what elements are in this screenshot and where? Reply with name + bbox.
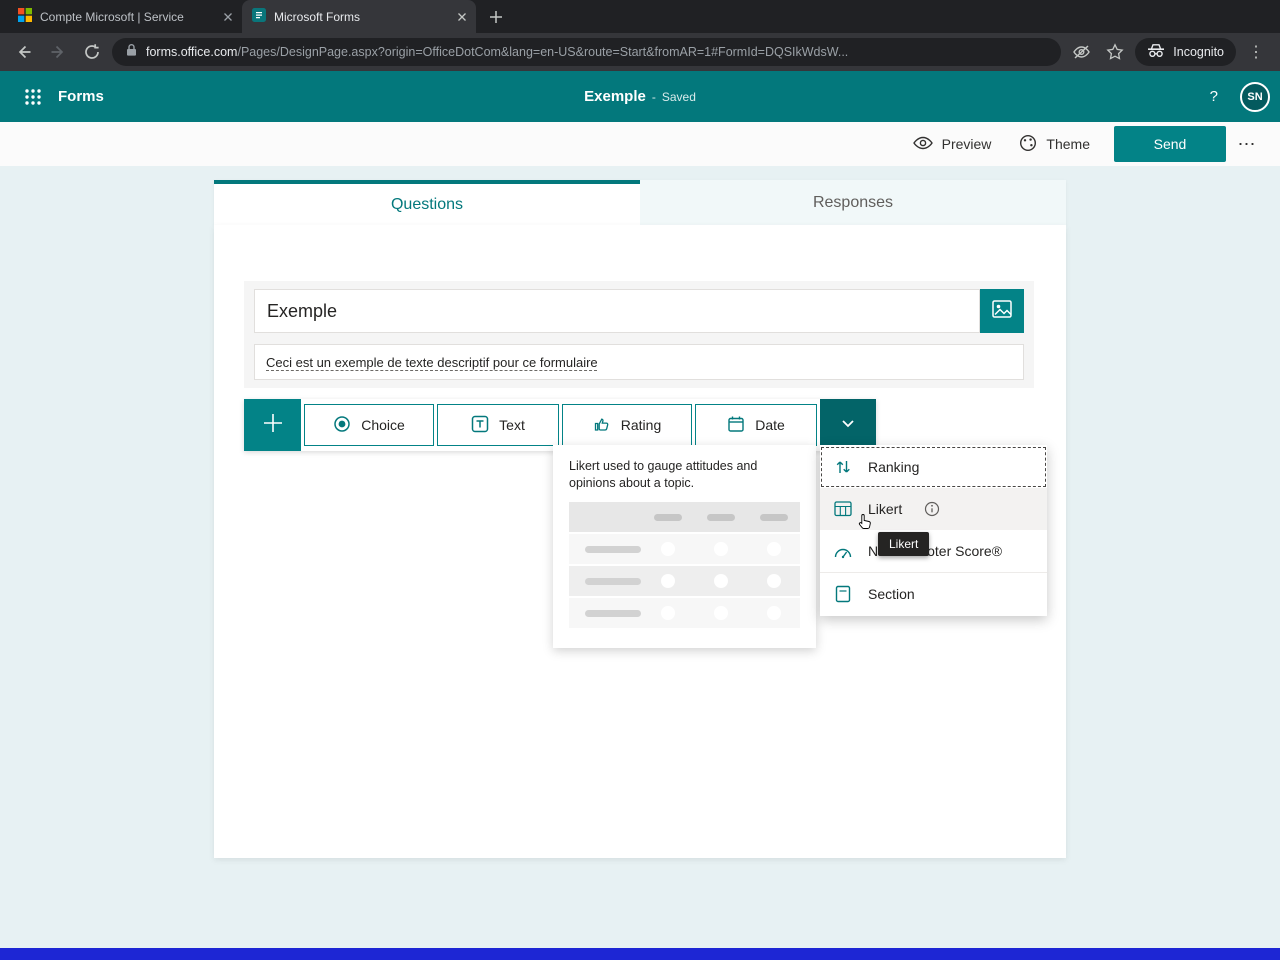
send-button[interactable]: Send [1114, 126, 1226, 162]
menu-item-section[interactable]: Section [820, 573, 1047, 615]
menu-item-label: Ranking [868, 459, 920, 475]
menu-item-label: Likert [868, 501, 903, 517]
url-text: forms.office.com/Pages/DesignPage.aspx?o… [146, 45, 848, 59]
form-title-input[interactable]: Exemple [254, 289, 980, 333]
chevron-down-icon [838, 413, 858, 438]
app-launcher-waffle-icon[interactable] [12, 76, 54, 118]
section-page-icon [833, 585, 853, 603]
form-title-block: Exemple Ceci est un exemple de texte des… [244, 281, 1034, 388]
bookmark-star-icon[interactable] [1101, 38, 1129, 66]
question-type-menu: Ranking Likert Net Promoter Score® Secti… [820, 445, 1047, 616]
document-title: Exemple - Saved [584, 88, 696, 105]
lock-icon [126, 43, 137, 62]
likert-preview-row [569, 534, 800, 564]
tab-close-icon[interactable] [454, 9, 470, 25]
text-label: Text [499, 417, 525, 433]
likert-preview-table [569, 502, 800, 628]
url-bar[interactable]: forms.office.com/Pages/DesignPage.aspx?o… [112, 38, 1062, 66]
tab-close-icon[interactable] [220, 9, 236, 25]
rating-label: Rating [620, 417, 662, 433]
likert-tooltip: Likert [878, 532, 930, 556]
add-text-button[interactable]: Text [437, 404, 559, 446]
insert-image-button[interactable] [980, 289, 1024, 333]
incognito-label: Incognito [1173, 45, 1224, 59]
preview-eye-icon [912, 136, 933, 153]
hand-cursor-icon [858, 513, 873, 536]
forward-button[interactable] [44, 38, 72, 66]
app-name[interactable]: Forms [58, 88, 104, 105]
add-question-button[interactable] [244, 399, 301, 451]
thumbs-up-icon [593, 415, 611, 436]
tab-title: Compte Microsoft | Service [40, 9, 184, 24]
likert-preview-row [569, 598, 800, 628]
likert-description-flyout: Likert used to gauge attitudes and opini… [553, 445, 816, 648]
add-date-button[interactable]: Date [695, 404, 817, 446]
command-bar: Preview Theme Send ⋯ [0, 122, 1280, 166]
text-field-icon [471, 415, 489, 436]
forms-logo-icon [252, 8, 266, 25]
plus-icon [260, 410, 286, 441]
doc-title-separator: - [651, 90, 656, 104]
browser-tab-strip: Compte Microsoft | Service Microsoft For… [0, 0, 1280, 33]
help-button[interactable]: ? [1210, 88, 1218, 105]
add-choice-button[interactable]: Choice [304, 404, 434, 446]
save-status: Saved [661, 90, 696, 104]
date-label: Date [755, 417, 785, 433]
tab-title: Microsoft Forms [274, 9, 361, 24]
browser-window: Compte Microsoft | Service Microsoft For… [0, 0, 1280, 960]
ranking-arrows-icon [833, 458, 853, 476]
tab-responses[interactable]: Responses [640, 180, 1066, 225]
menu-item-label: Section [868, 586, 915, 602]
theme-palette-icon [1019, 134, 1037, 155]
tab-questions[interactable]: Questions [214, 180, 640, 225]
more-question-types-button[interactable] [820, 399, 876, 451]
info-icon[interactable] [924, 501, 940, 517]
form-description-text: Ceci est un exemple de texte descriptif … [266, 354, 598, 370]
eye-off-icon[interactable] [1067, 38, 1095, 66]
microsoft-logo-icon [18, 8, 32, 25]
incognito-icon [1147, 43, 1165, 61]
refresh-button[interactable] [78, 38, 106, 66]
likert-preview-row [569, 566, 800, 596]
menu-item-net-promoter-score[interactable]: Net Promoter Score® [820, 530, 1047, 572]
back-button[interactable] [10, 38, 38, 66]
nps-gauge-icon [833, 544, 853, 559]
new-tab-button[interactable] [482, 3, 510, 31]
likert-flyout-text: Likert used to gauge attitudes and opini… [569, 459, 758, 490]
add-question-toolbar: Choice Text Rating Date [244, 399, 876, 451]
browser-tab-microsoft-forms[interactable]: Microsoft Forms [242, 0, 476, 33]
avatar[interactable]: SN [1240, 81, 1270, 112]
browser-address-bar: forms.office.com/Pages/DesignPage.aspx?o… [0, 33, 1280, 71]
calendar-icon [727, 415, 745, 436]
view-tabs: Questions Responses [214, 180, 1066, 225]
more-options-icon[interactable]: ⋯ [1226, 122, 1268, 166]
doc-title-text: Exemple [584, 88, 646, 105]
add-rating-button[interactable]: Rating [562, 404, 692, 446]
image-icon [991, 298, 1013, 325]
likert-grid-icon [833, 501, 853, 517]
theme-label: Theme [1046, 136, 1090, 152]
preview-button[interactable]: Preview [899, 122, 1006, 166]
form-description-input[interactable]: Ceci est un exemple de texte descriptif … [254, 344, 1024, 380]
browser-tab-compte-microsoft[interactable]: Compte Microsoft | Service [8, 0, 242, 33]
forms-app-header: Forms Exemple - Saved ? SN [0, 71, 1280, 122]
menu-item-ranking[interactable]: Ranking [820, 446, 1047, 488]
choice-label: Choice [361, 417, 405, 433]
browser-menu-icon[interactable]: ⋮ [1242, 38, 1270, 66]
url-domain: forms.office.com [146, 45, 238, 59]
url-path: /Pages/DesignPage.aspx?origin=OfficeDotC… [237, 45, 849, 59]
likert-preview-header-row [569, 502, 800, 532]
theme-button[interactable]: Theme [1005, 122, 1104, 166]
radio-choice-icon [333, 415, 351, 436]
bottom-strip [0, 948, 1280, 960]
menu-item-likert[interactable]: Likert [820, 488, 1047, 530]
incognito-badge: Incognito [1135, 38, 1236, 66]
design-page-content: Questions Responses Exemple Ceci est un … [0, 166, 1280, 948]
preview-label: Preview [941, 136, 992, 152]
